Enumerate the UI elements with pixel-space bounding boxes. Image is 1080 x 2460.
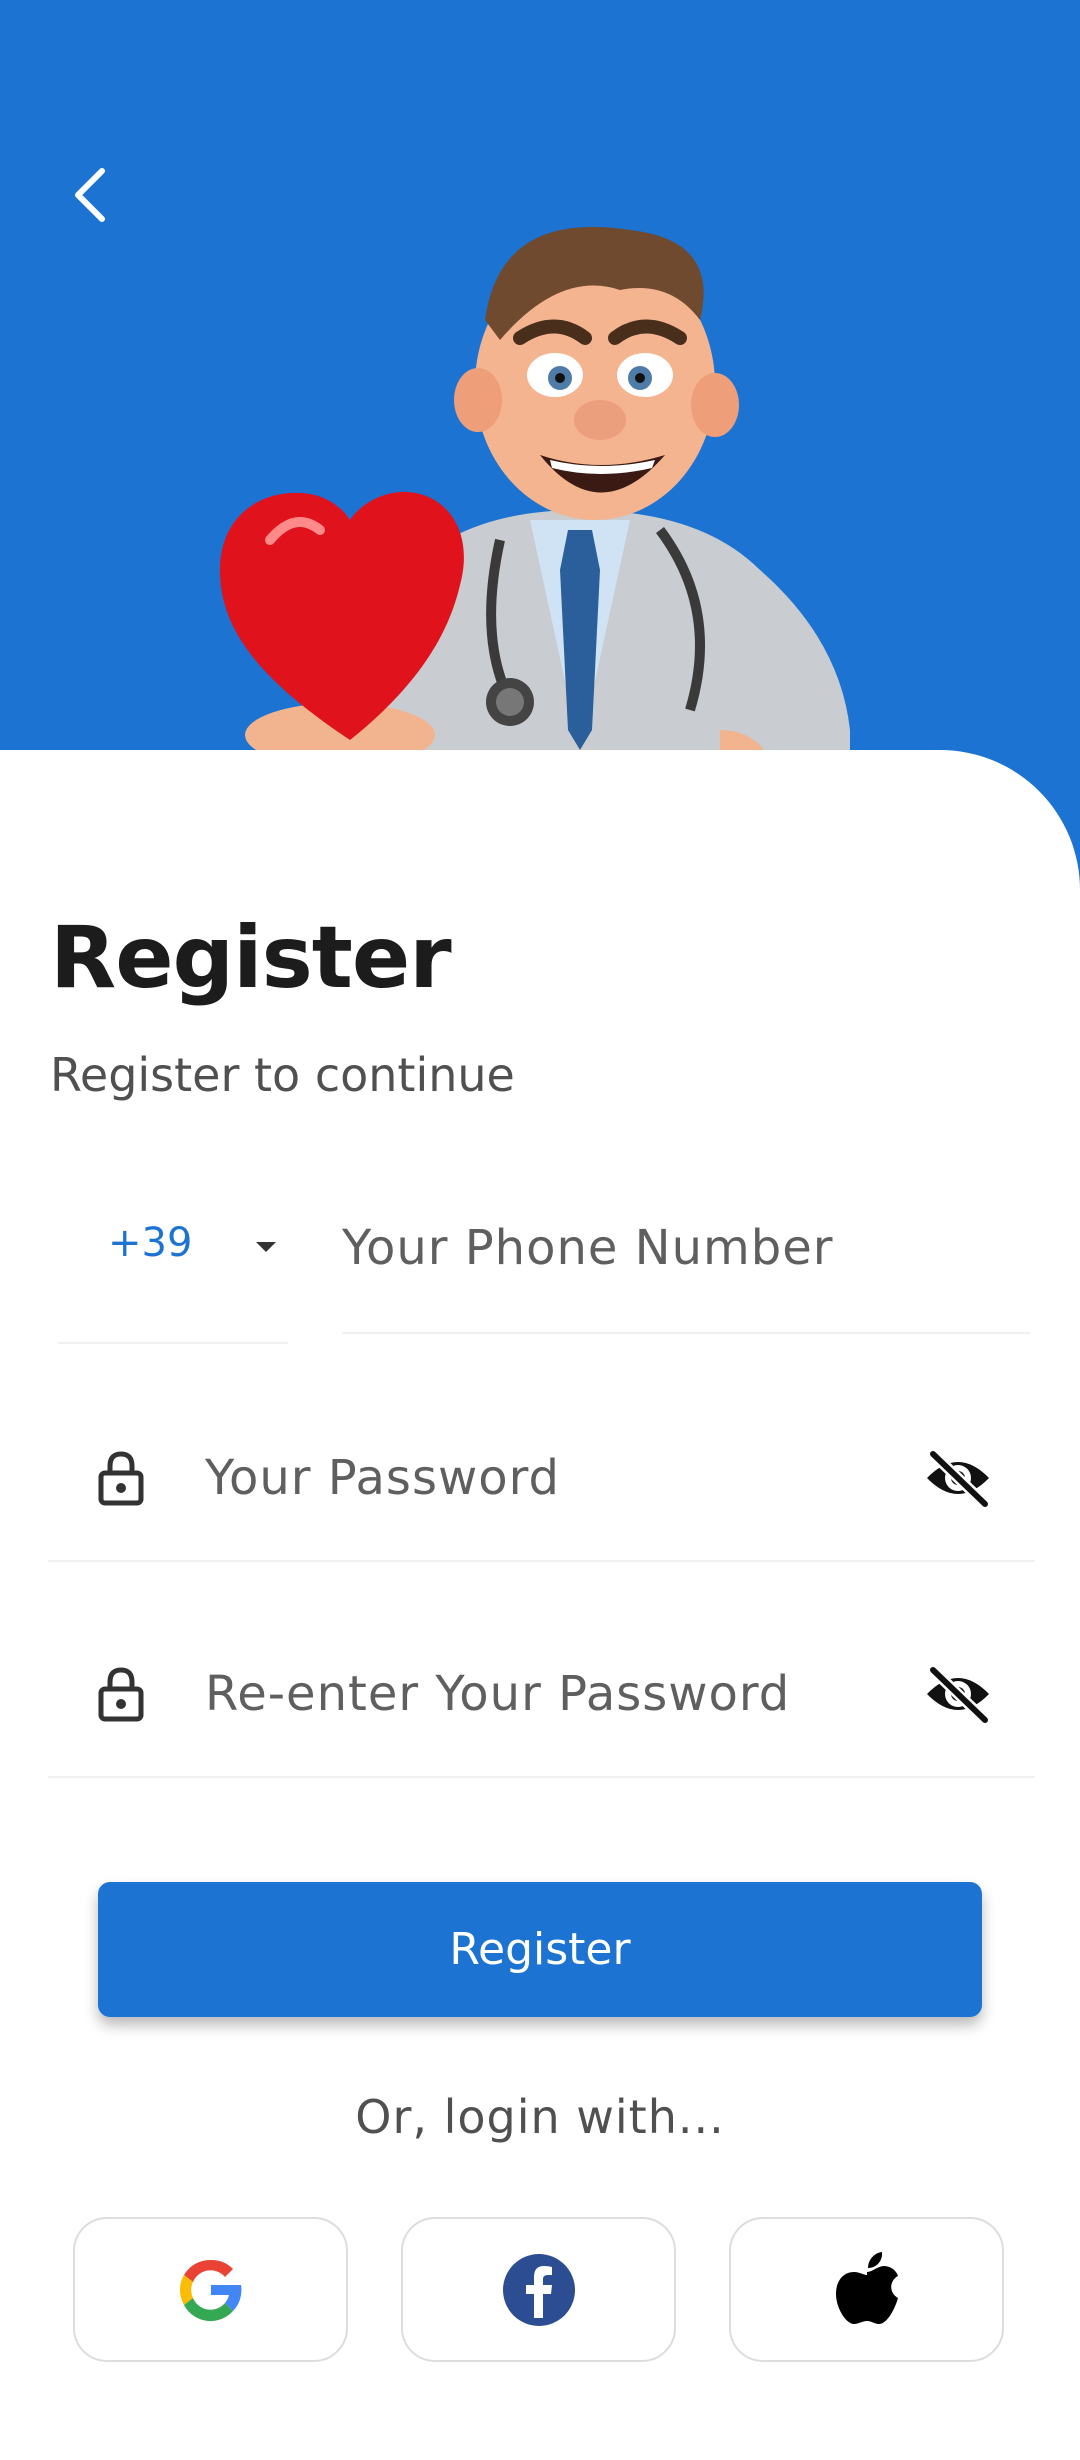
password-placeholder: Your Password	[205, 1450, 560, 1506]
eye-off-icon[interactable]	[923, 1664, 993, 1724]
dropdown-caret-icon	[256, 1242, 276, 1252]
confirm-password-placeholder: Re-enter Your Password	[205, 1666, 791, 1722]
lock-icon	[98, 1451, 144, 1506]
country-code-value: +39	[108, 1220, 193, 1266]
facebook-login-button[interactable]	[401, 2217, 676, 2362]
google-icon	[179, 2259, 241, 2321]
social-login-label: Or, login with...	[355, 2090, 725, 2144]
apple-login-button[interactable]	[729, 2217, 1004, 2362]
back-button[interactable]	[55, 155, 125, 235]
password-input[interactable]: Your Password	[48, 1400, 1035, 1562]
phone-input[interactable]: Your Phone Number	[342, 1180, 1030, 1334]
phone-placeholder: Your Phone Number	[342, 1220, 834, 1276]
facebook-icon	[502, 2253, 575, 2326]
register-button[interactable]: Register	[98, 1882, 982, 2017]
lock-icon	[98, 1667, 144, 1722]
confirm-password-input[interactable]: Re-enter Your Password	[48, 1616, 1035, 1778]
google-login-button[interactable]	[73, 2217, 348, 2362]
country-code-selector[interactable]: +39	[58, 1190, 288, 1344]
chevron-left-icon	[75, 168, 105, 222]
register-screen: Register Register to continue +39 Your P…	[0, 0, 1080, 2460]
page-subtitle: Register to continue	[50, 1048, 515, 1102]
apple-icon	[835, 2251, 898, 2324]
page-title: Register	[50, 908, 452, 1008]
eye-off-icon[interactable]	[923, 1448, 993, 1508]
